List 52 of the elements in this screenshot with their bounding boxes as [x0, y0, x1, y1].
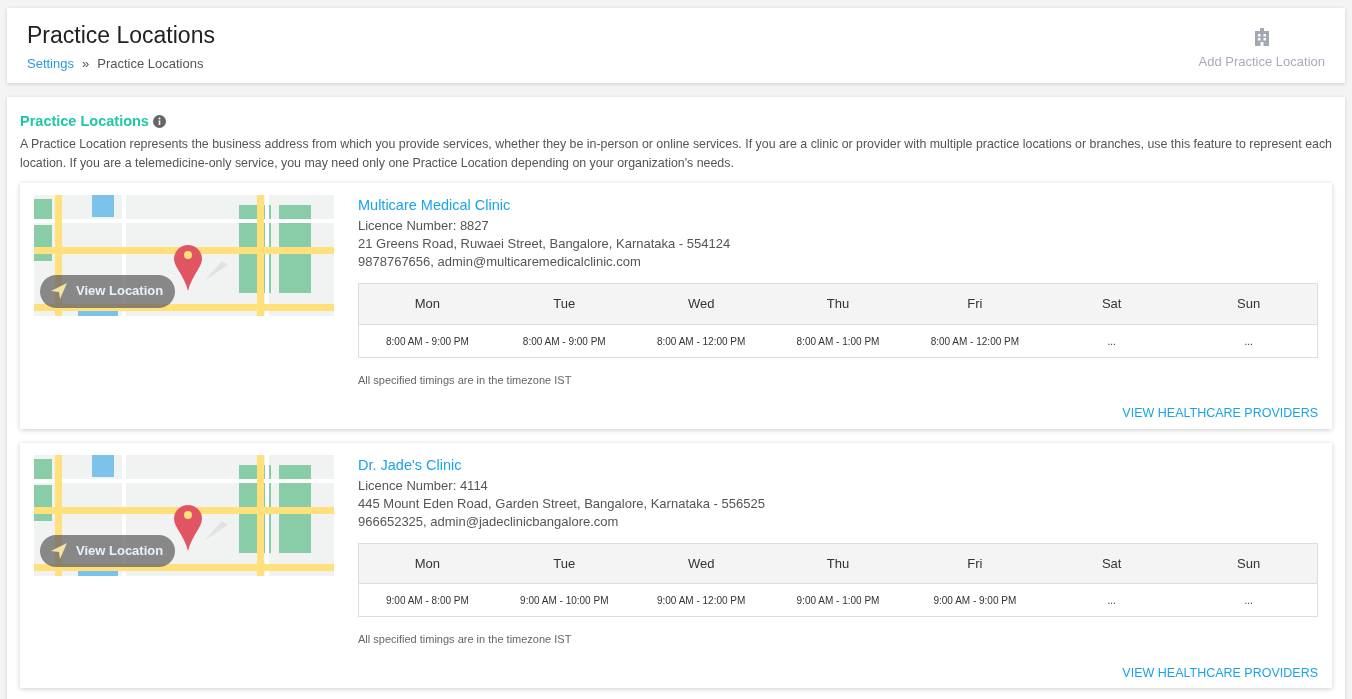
hours-cell-text: 8:00 AM - 9:00 PM — [521, 334, 607, 349]
page-title: Practice Locations — [27, 22, 215, 50]
view-providers-link[interactable]: VIEW HEALTHCARE PROVIDERS — [1122, 404, 1318, 423]
day-header: Wed — [686, 295, 716, 314]
day-header: Tue — [552, 295, 577, 314]
day-header: Fri — [966, 295, 984, 314]
day-header: Tue — [552, 554, 577, 573]
day-header: Sat — [1100, 554, 1123, 573]
timezone-note: All specified timings are in the timezone IST — [358, 632, 573, 648]
clinic-contact: 9878767656, admin@multicaremedicalclinic.com — [358, 253, 642, 272]
day-header: Sun — [1236, 554, 1262, 573]
hours-cell-text: 9:00 AM - 10:00 PM — [519, 594, 610, 609]
section-title: Practice Locations — [20, 112, 149, 132]
day-header: Wed — [686, 554, 716, 573]
day-header: Sun — [1236, 295, 1262, 314]
navigation-arrow-icon — [50, 282, 68, 301]
clinic-name-link[interactable]: Dr. Jade's Clinic — [358, 456, 462, 473]
breadcrumb-current: Practice Locations — [97, 54, 204, 73]
timezone-note: All specified timings are in the timezone IST — [358, 372, 573, 388]
day-header: Mon — [413, 295, 442, 314]
section-description: A Practice Location represents the business address from which you provide services, whether they be in-person or online services. If you are a clinic or provider with multiple practice locations or branches, use this feature to represent each location. If you are a telemedicine-only service, you may need only one Practice Location depending on your organization's needs. — [20, 135, 1332, 173]
info-icon[interactable] — [152, 115, 166, 129]
hours-cell-text: 8:00 AM - 9:00 PM — [385, 334, 470, 349]
hours-cell-text: 8:00 AM - 12:00 PM — [655, 334, 747, 349]
day-header: Fri — [966, 554, 984, 573]
hours-cell-text: ... — [1243, 594, 1254, 609]
hours-cell-text: ... — [1106, 594, 1117, 609]
hours-cell-text: 9:00 AM - 12:00 PM — [655, 594, 747, 609]
clinic-address: 21 Greens Road, Ruwaei Street, Bangalore, Karnataka - 554124 — [358, 235, 732, 254]
hours-cell-text: ... — [1106, 334, 1117, 349]
clinic-address: 445 Mount Eden Road, Garden Street, Bangalore, Karnataka - 556525 — [358, 494, 766, 513]
hours-cell-text: 9:00 AM - 8:00 PM — [385, 594, 470, 609]
view-location-button[interactable]: View Location — [40, 275, 176, 308]
day-header: Mon — [413, 554, 442, 573]
breadcrumb-link[interactable]: Settings — [27, 53, 74, 74]
building-icon — [1254, 28, 1269, 46]
hours-cell-text: 9:00 AM - 9:00 PM — [932, 594, 1018, 609]
breadcrumb-separator: » — [82, 54, 90, 73]
hours-cell-text: 8:00 AM - 1:00 PM — [795, 334, 881, 349]
hours-cell-text: 8:00 AM - 12:00 PM — [929, 334, 1021, 349]
hours-cell-text: 9:00 AM - 1:00 PM — [795, 594, 881, 609]
navigation-arrow-icon — [50, 541, 68, 560]
hours-cell-text: ... — [1243, 334, 1254, 349]
view-providers-link[interactable]: VIEW HEALTHCARE PROVIDERS — [1122, 663, 1318, 683]
clinic-contact: 966652325, admin@jadeclinicbangalore.com — [358, 512, 620, 531]
licence-number: Licence Number: 8827 — [358, 217, 490, 236]
clinic-name-link[interactable]: Multicare Medical Clinic — [358, 197, 511, 214]
licence-number: Licence Number: 4114 — [358, 476, 489, 495]
day-header: Thu — [825, 295, 851, 314]
day-header: Thu — [825, 554, 851, 573]
add-location-button[interactable]: Add Practice Location — [1198, 28, 1325, 72]
day-header: Sat — [1100, 295, 1123, 314]
